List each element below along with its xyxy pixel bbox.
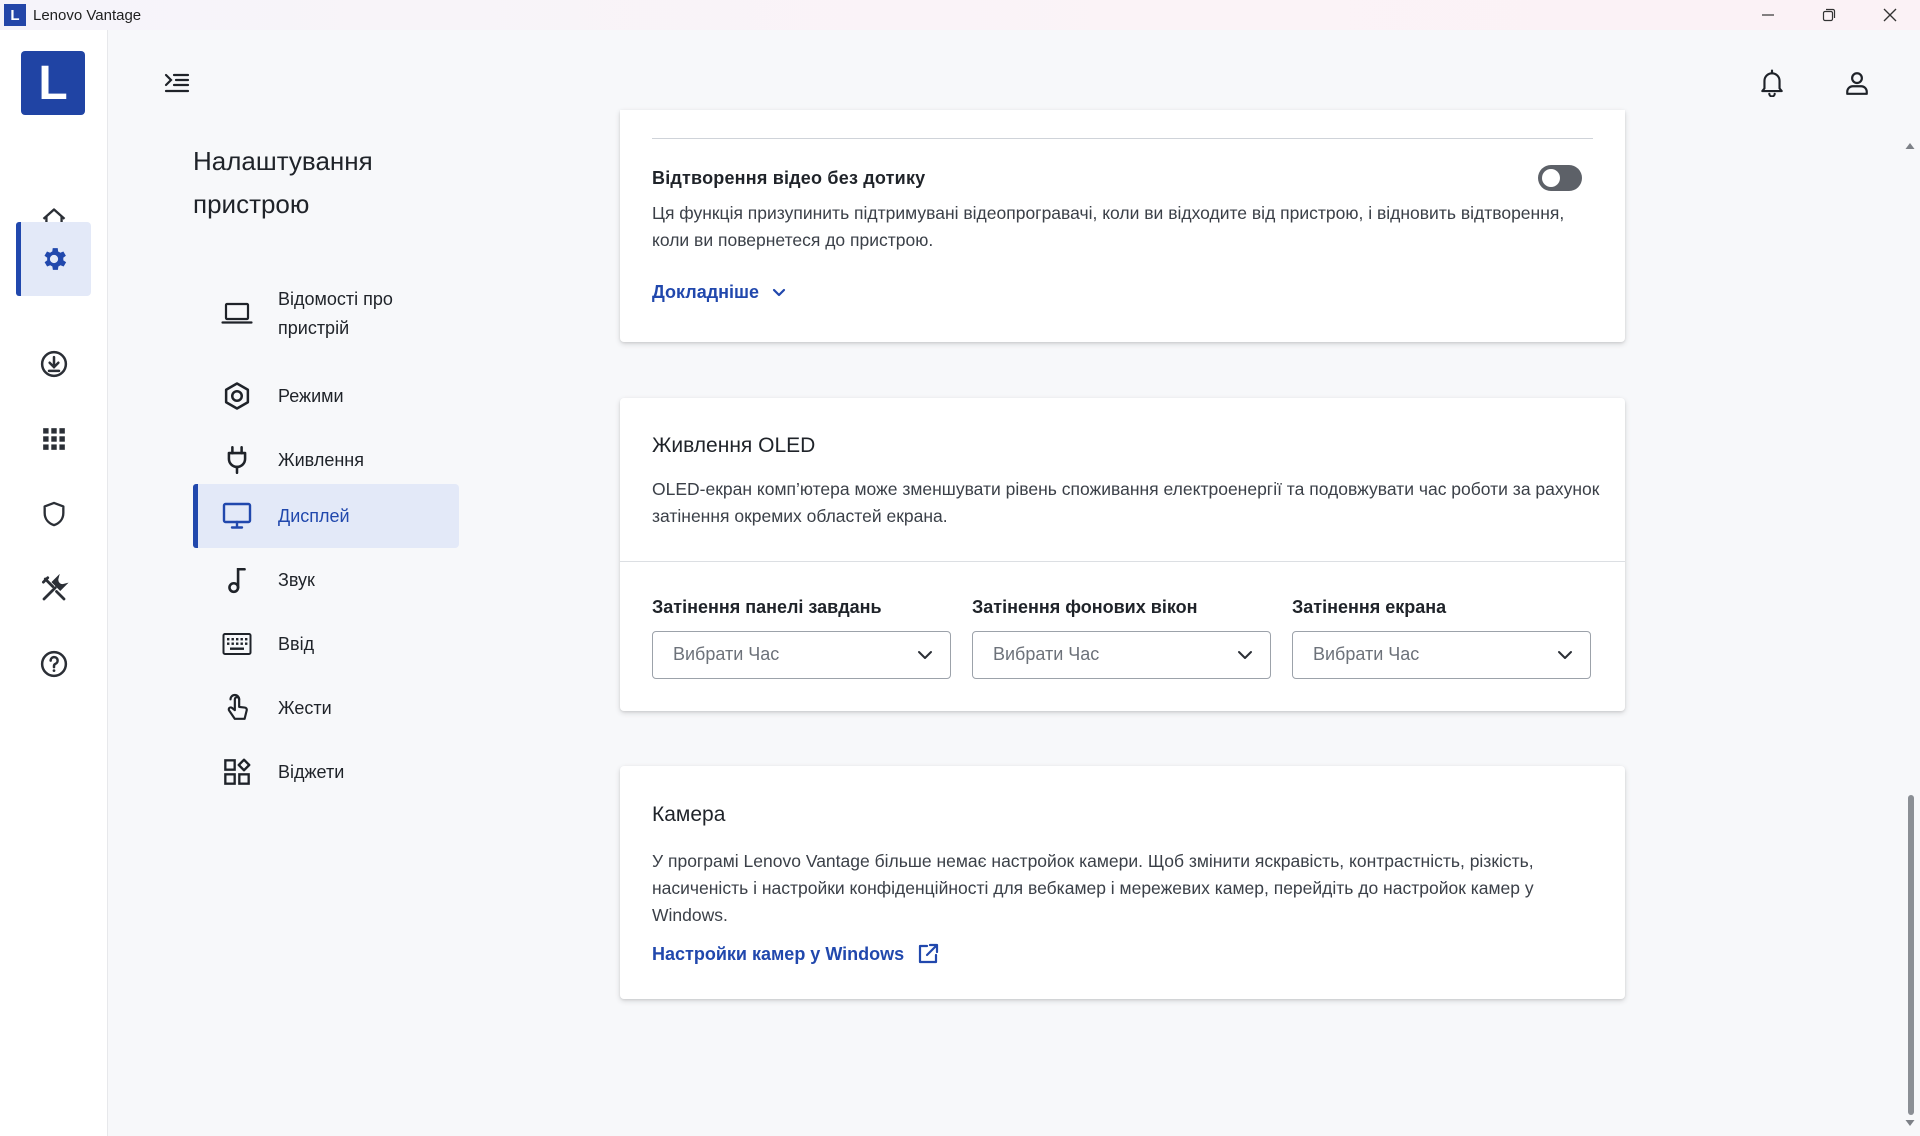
window-controls [1737, 0, 1920, 30]
hexagon-icon [221, 380, 253, 412]
lenovo-logo[interactable]: L [21, 51, 85, 115]
oled-power-description: OLED-екран комп’ютера може зменшувати рі… [652, 479, 1600, 526]
camera-card: Камера У програмі Lenovo Vantage більше … [620, 766, 1625, 999]
laptop-icon [221, 298, 253, 330]
oled-power-card: Живлення OLED OLED-екран комп’ютера може… [620, 398, 1625, 711]
nav-item-label: Жести [278, 697, 332, 718]
nav-item-label: Віджети [278, 761, 345, 782]
rail-help[interactable] [16, 627, 91, 701]
background-windows-dimming-label: Затінення фонових вікон [972, 597, 1198, 617]
page-title-line1: Налаштування [193, 146, 373, 176]
nav-item-label: Режими [278, 385, 344, 406]
select-placeholder: Вибрати Час [993, 644, 1100, 664]
nav-item-label: Ввід [278, 633, 315, 654]
nav-item-label: Дисплей [278, 505, 350, 526]
restore-button[interactable] [1798, 0, 1859, 30]
left-rail: L [0, 30, 108, 1136]
user-icon [1846, 72, 1868, 95]
chevron-down-icon [1558, 651, 1572, 659]
rail-settings[interactable] [16, 222, 91, 296]
gear-icon [44, 248, 66, 270]
video-playback-description: Ця функція призупинить підтримувані віде… [652, 203, 1565, 250]
vertical-scrollbar[interactable] [1900, 135, 1920, 1136]
restore-icon [1822, 8, 1835, 22]
monitor-icon [221, 500, 253, 532]
download-icon [40, 350, 67, 378]
page-title: Налаштування пристрою [193, 140, 453, 226]
scrollbar-thumb[interactable] [1908, 795, 1914, 1115]
rail-apps[interactable] [16, 402, 91, 476]
notifications-button[interactable] [1755, 66, 1789, 100]
scroll-up-icon [1905, 143, 1915, 149]
page-title-line2: пристрою [193, 189, 310, 219]
minimize-button[interactable] [1737, 0, 1798, 30]
windows-camera-settings-label: Настройки камер у Windows [652, 943, 905, 964]
plug-icon [221, 444, 253, 476]
keyboard-icon [221, 628, 253, 660]
bell-icon [1761, 69, 1783, 97]
rail-tools[interactable] [16, 552, 91, 626]
card-divider [620, 561, 1625, 562]
nav-item-device-info[interactable]: Відомості про пристрій [193, 270, 459, 358]
close-icon [1883, 8, 1896, 22]
camera-description: У програмі Lenovo Vantage більше немає н… [652, 851, 1534, 925]
nav-item-label: Живлення [278, 449, 364, 470]
nav-item-gestures[interactable]: Жести [193, 676, 459, 740]
more-details-link[interactable]: Докладніше [652, 282, 787, 303]
chevron-down-icon [772, 288, 786, 296]
music-note-icon [221, 564, 253, 596]
nav-item-widgets[interactable]: Віджети [193, 740, 459, 804]
card-divider [652, 138, 1593, 139]
nav-item-input[interactable]: Ввід [193, 612, 459, 676]
tools-icon [41, 574, 69, 601]
video-playback-title: Відтворення відео без дотику [652, 168, 926, 188]
title-bar: L Lenovo Vantage [0, 0, 1920, 30]
help-icon [40, 650, 67, 678]
chevron-down-icon [1238, 651, 1252, 659]
window-title: Lenovo Vantage [33, 6, 142, 24]
taskbar-dimming-label: Затінення панелі завдань [652, 597, 882, 617]
video-playback-toggle[interactable] [1538, 165, 1582, 191]
select-placeholder: Вибрати Час [673, 644, 780, 664]
logo-letter: L [38, 56, 68, 110]
windows-camera-settings-link[interactable]: Настройки камер у Windows [652, 942, 940, 966]
rail-updates[interactable] [16, 327, 91, 401]
account-button[interactable] [1840, 66, 1874, 100]
nav-item-sound[interactable]: Звук [193, 548, 459, 612]
screen-dimming-select[interactable]: Вибрати Час [1292, 631, 1591, 679]
camera-title: Камера [652, 803, 726, 826]
external-link-icon [919, 943, 939, 964]
nav-item-power[interactable]: Живлення [193, 428, 459, 492]
taskbar-dimming-select[interactable]: Вибрати Час [652, 631, 951, 679]
nav-item-display[interactable]: Дисплей [193, 484, 459, 548]
touch-hand-icon [221, 692, 253, 724]
shield-icon [43, 501, 64, 527]
select-placeholder: Вибрати Час [1313, 644, 1420, 664]
screen-dimming-label: Затінення екрана [1292, 597, 1447, 617]
more-details-label: Докладніше [652, 282, 760, 302]
collapse-menu-icon [164, 73, 190, 93]
rail-security[interactable] [16, 477, 91, 551]
nav-item-label: Відомості про пристрій [278, 289, 393, 338]
chevron-down-icon [918, 651, 932, 659]
app-logo-icon: L [4, 4, 26, 26]
menu-toggle-button[interactable] [160, 68, 194, 98]
nav-item-modes[interactable]: Режими [193, 364, 459, 428]
scroll-down-icon [1905, 1120, 1915, 1126]
apps-grid-icon [42, 428, 65, 450]
widgets-icon [221, 756, 253, 788]
video-playback-card: Відтворення відео без дотику Ця функція … [620, 110, 1625, 342]
background-windows-dimming-select[interactable]: Вибрати Час [972, 631, 1271, 679]
minimize-icon [1761, 14, 1774, 16]
oled-power-title: Живлення OLED [652, 434, 816, 457]
nav-item-label: Звук [278, 569, 315, 590]
close-button[interactable] [1859, 0, 1920, 30]
